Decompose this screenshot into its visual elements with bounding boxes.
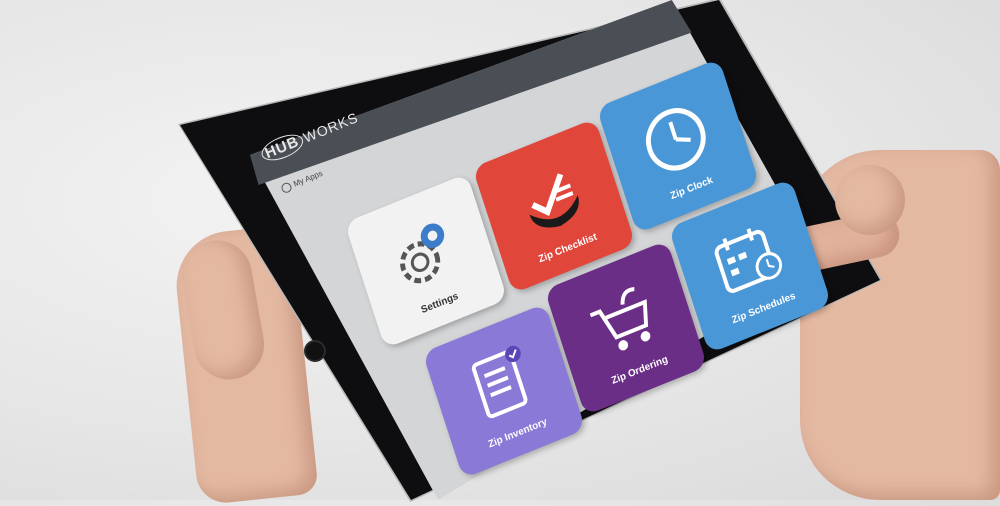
inventory-icon: [471, 345, 528, 419]
right-index-finger: [835, 165, 905, 235]
checklist-icon: [529, 173, 579, 228]
home-button[interactable]: [304, 340, 326, 362]
clock-icon: [646, 108, 706, 171]
photo-scene: HUBWORKS My Apps Settings Zip Checklist …: [0, 0, 1000, 506]
app-label: Zip Clock: [669, 174, 715, 203]
calendar-icon: [714, 228, 783, 293]
app-label: Settings: [419, 290, 460, 317]
cart-icon: [589, 287, 651, 351]
gear-icon: [400, 223, 445, 284]
